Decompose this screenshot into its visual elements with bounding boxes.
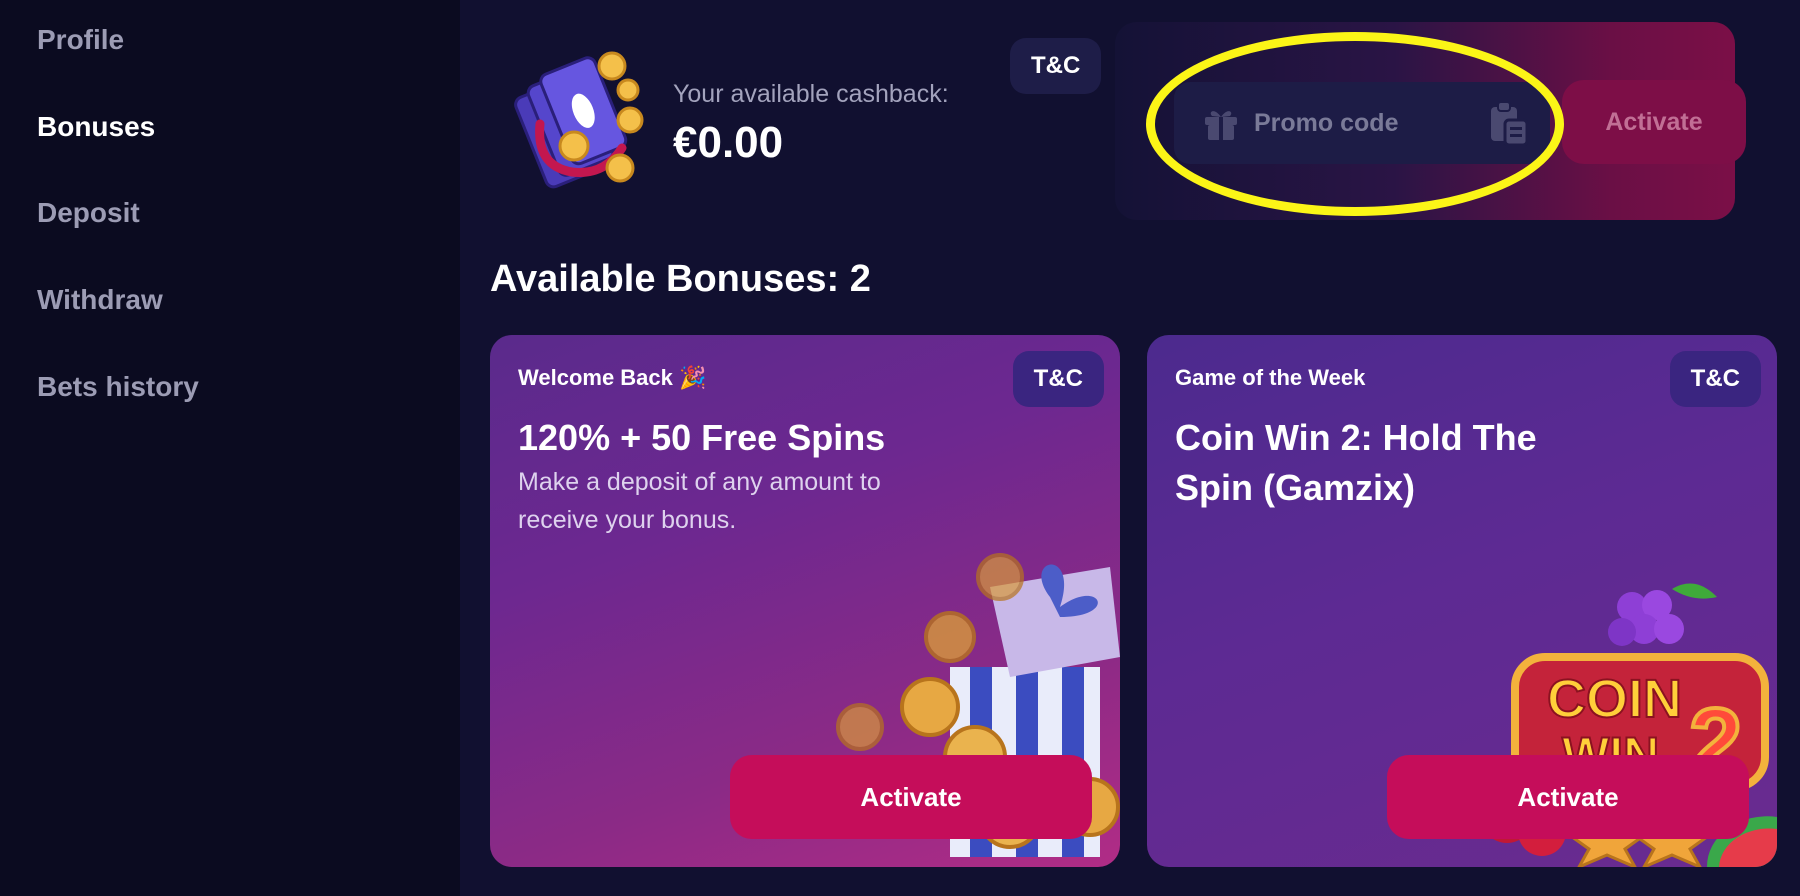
sidebar-item-deposit[interactable]: Deposit bbox=[37, 197, 140, 229]
sidebar-item-bets-history[interactable]: Bets history bbox=[37, 371, 199, 403]
cashback-cards-coins-icon bbox=[514, 51, 644, 189]
cashback-tc-button[interactable]: T&C bbox=[1010, 38, 1102, 94]
promo-code-input[interactable]: Promo code bbox=[1174, 82, 1550, 164]
cashback-amount: €0.00 bbox=[673, 118, 784, 167]
bonus-card-title: 120% + 50 Free Spins bbox=[518, 417, 886, 458]
sidebar-item-withdraw[interactable]: Withdraw bbox=[37, 284, 163, 316]
svg-text:COIN: COIN bbox=[1547, 669, 1682, 729]
clipboard-paste-icon[interactable] bbox=[1488, 100, 1530, 146]
main-content: Your available cashback: €0.00 T&C Promo… bbox=[460, 0, 1800, 896]
sidebar-item-profile[interactable]: Profile bbox=[37, 24, 124, 56]
cashback-label: Your available cashback: bbox=[673, 80, 949, 108]
promo-code-placeholder: Promo code bbox=[1254, 109, 1399, 137]
gift-icon bbox=[1205, 111, 1237, 140]
bonus-card-welcome-back: Welcome Back 🎉 120% + 50 Free Spins Make… bbox=[490, 335, 1120, 867]
bonus-card-game-of-the-week: COIN WIN 2 Game of the Week Coin Win 2: … bbox=[1147, 335, 1777, 867]
bonus-card-tag: Game of the Week bbox=[1175, 365, 1366, 390]
bonus-card-description: Make a deposit of any amount to receive … bbox=[518, 468, 881, 534]
bonus-card-activate-button[interactable]: Activate bbox=[1387, 755, 1749, 839]
bonus-card-tc-button[interactable]: T&C bbox=[1669, 351, 1761, 407]
sidebar: Profile Bonuses Deposit Withdraw Bets hi… bbox=[0, 0, 460, 896]
bonus-card-tag: Welcome Back 🎉 bbox=[518, 365, 707, 390]
bonus-card-title: Coin Win 2: Hold The Spin (Gamzix) bbox=[1175, 417, 1537, 508]
bonus-card-tc-button[interactable]: T&C bbox=[1012, 351, 1104, 407]
sidebar-item-bonuses[interactable]: Bonuses bbox=[37, 111, 155, 143]
promo-activate-button[interactable]: Activate bbox=[1562, 80, 1746, 164]
bonus-card-activate-button[interactable]: Activate bbox=[730, 755, 1092, 839]
available-bonuses-title: Available Bonuses: 2 bbox=[490, 258, 871, 300]
